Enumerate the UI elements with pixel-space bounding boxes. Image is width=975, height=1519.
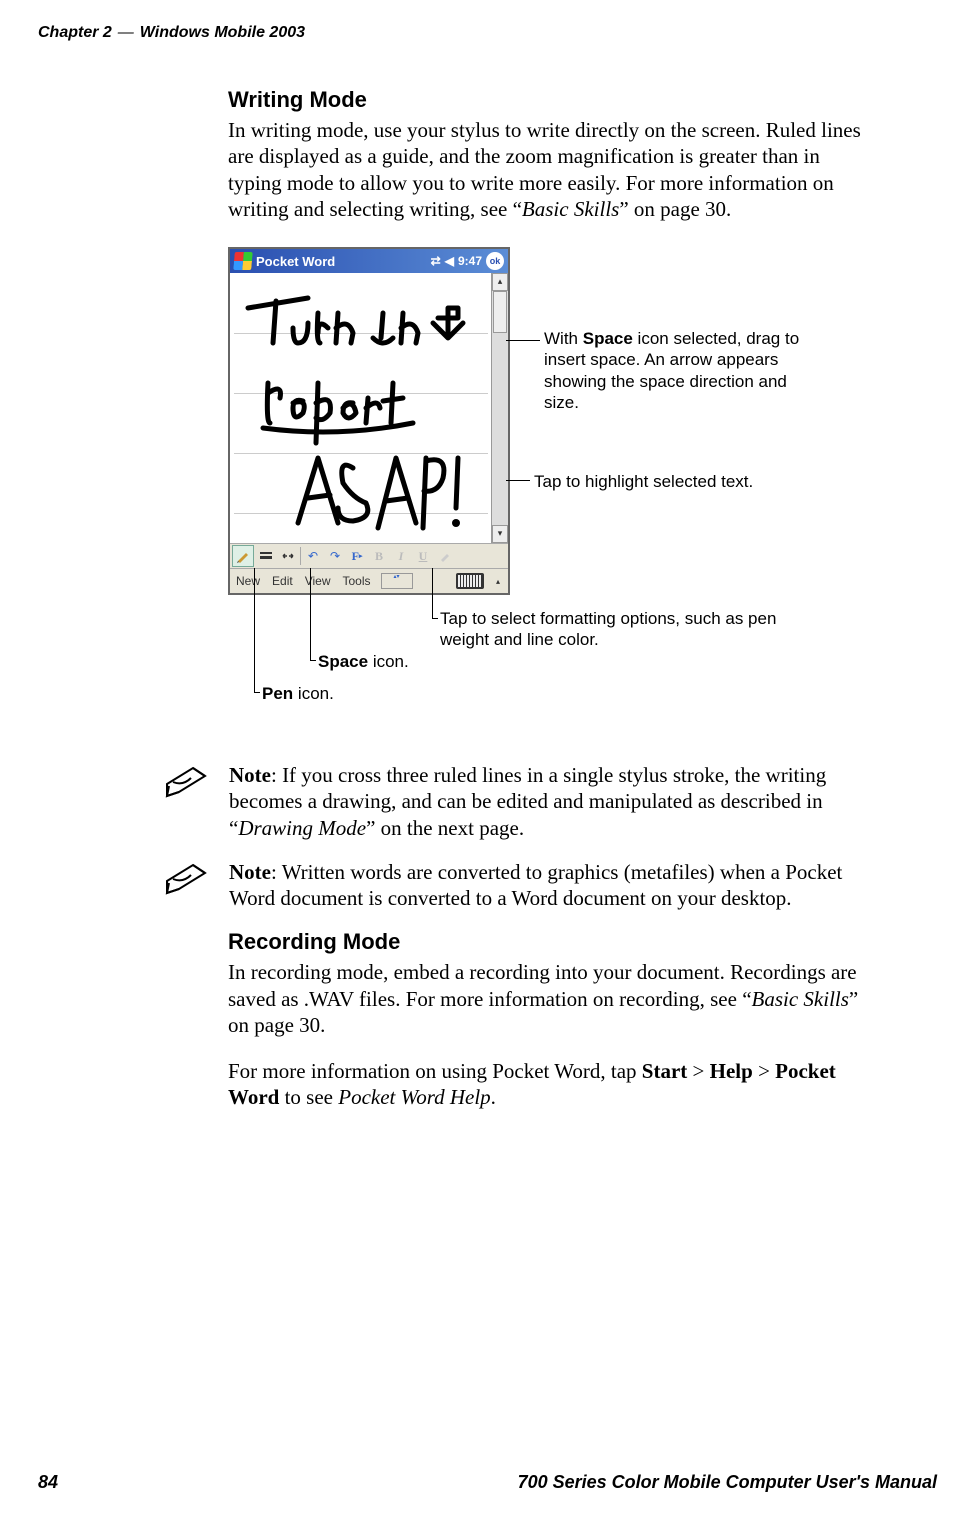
writing-mode-body: In writing mode, use your stylus to writ… — [228, 117, 875, 222]
text: ” on page 30. — [619, 197, 731, 221]
toolbar-toggle-icon[interactable]: ▴▾ — [381, 573, 413, 589]
callout-line — [432, 618, 438, 619]
scroll-down-button[interactable]: ▾ — [492, 525, 508, 543]
underline-icon[interactable]: U — [413, 546, 433, 566]
text: For more information on using Pocket Wor… — [228, 1059, 642, 1083]
page-number: 84 — [38, 1472, 58, 1493]
manual-title: 700 Series Color Mobile Computer User's … — [518, 1472, 937, 1493]
app-title: Pocket Word — [256, 254, 335, 269]
text: ” on the next page. — [366, 816, 524, 840]
menubar: New Edit View Tools ▴▾ ▴ — [230, 568, 508, 593]
callout-line — [506, 340, 540, 341]
header-title: Windows Mobile 2003 — [140, 24, 305, 42]
recording-mode-heading: Recording Mode — [228, 929, 875, 955]
callout-format: Tap to select formatting options, such a… — [440, 608, 780, 651]
callout-space-drag: With Space icon selected, drag to insert… — [544, 328, 824, 413]
header-separator: — — [112, 24, 140, 42]
redo-icon[interactable]: ↷ — [325, 546, 345, 566]
callout-line — [432, 568, 433, 618]
text: : Written words are converted to graphic… — [229, 860, 842, 910]
writing-mode-heading: Writing Mode — [228, 87, 875, 113]
note-label: Note — [229, 763, 271, 787]
bold-icon[interactable]: B — [369, 546, 389, 566]
scroll-thumb[interactable] — [493, 291, 507, 333]
callout-line — [506, 480, 530, 481]
text: With — [544, 329, 583, 348]
page-footer: 84 700 Series Color Mobile Computer User… — [38, 1472, 937, 1493]
main-content: Writing Mode In writing mode, use your s… — [228, 42, 875, 1111]
page-header: Chapter 2 — Windows Mobile 2003 — [0, 0, 975, 42]
basic-skills-ref: Basic Skills — [752, 987, 849, 1011]
undo-icon[interactable]: ↶ — [303, 546, 323, 566]
clock: 9:47 — [458, 254, 482, 268]
note-block: Note: Written words are converted to gra… — [163, 859, 875, 912]
text: > — [753, 1059, 775, 1083]
keyboard-icon[interactable] — [456, 573, 484, 589]
scroll-up-button[interactable]: ▴ — [492, 273, 508, 291]
callout-line — [254, 568, 255, 692]
start-icon[interactable] — [233, 252, 253, 270]
menu-new[interactable]: New — [230, 574, 266, 588]
tray-icons: ⇄ ◀ 9:47 ok — [431, 252, 504, 270]
line-style-icon[interactable] — [256, 546, 276, 566]
callout-line — [310, 568, 311, 660]
menu-edit[interactable]: Edit — [266, 574, 299, 588]
menu-tools[interactable]: Tools — [337, 574, 377, 588]
highlight-icon[interactable] — [435, 546, 455, 566]
vertical-scrollbar[interactable]: ▴ ▾ — [491, 273, 508, 543]
callout-pen-icon: Pen icon. — [262, 683, 334, 704]
volume-icon[interactable]: ◀ — [445, 254, 454, 268]
connectivity-icon[interactable]: ⇄ — [431, 254, 441, 268]
screenshot-figure: Pocket Word ⇄ ◀ 9:47 ok — [228, 242, 875, 752]
text: icon. — [293, 684, 334, 703]
menu-view[interactable]: View — [299, 574, 337, 588]
pocket-pc-screenshot: Pocket Word ⇄ ◀ 9:47 ok — [228, 247, 510, 595]
ok-button[interactable]: ok — [486, 252, 504, 270]
italic-icon[interactable]: I — [391, 546, 411, 566]
chapter-label: Chapter 2 — [38, 24, 112, 42]
drawing-mode-ref: Drawing Mode — [238, 816, 366, 840]
pen-tool-icon[interactable] — [232, 545, 254, 567]
text: > — [687, 1059, 709, 1083]
writing-canvas[interactable]: ▴ ▾ — [230, 273, 508, 543]
text: to see — [279, 1085, 338, 1109]
note-text: Note: Written words are converted to gra… — [229, 859, 875, 912]
note-block: Note: If you cross three ruled lines in … — [163, 762, 875, 841]
callout-highlight: Tap to highlight selected text. — [534, 471, 794, 492]
format-icon[interactable]: F▸ — [347, 546, 367, 566]
callout-space-icon: Space icon. — [318, 651, 409, 672]
space-tool-icon[interactable] — [278, 546, 298, 566]
callout-line — [254, 692, 260, 693]
text-bold: Space — [583, 329, 633, 348]
ui-path: Start — [642, 1059, 688, 1083]
text: icon. — [368, 652, 409, 671]
recording-mode-body-2: For more information on using Pocket Wor… — [228, 1058, 875, 1111]
titlebar: Pocket Word ⇄ ◀ 9:47 ok — [230, 249, 508, 273]
help-ref: Pocket Word Help — [338, 1085, 490, 1109]
sip-arrow-icon[interactable]: ▴ — [490, 577, 506, 586]
note-icon — [163, 859, 211, 912]
basic-skills-ref: Basic Skills — [522, 197, 619, 221]
note-text: Note: If you cross three ruled lines in … — [229, 762, 875, 841]
note-label: Note — [229, 860, 271, 884]
format-toolbar: ↶ ↷ F▸ B I U — [230, 543, 508, 568]
recording-mode-body: In recording mode, embed a recording int… — [228, 959, 875, 1038]
handwriting-ink — [238, 283, 468, 533]
callout-line — [310, 660, 316, 661]
text-bold: Space — [318, 652, 368, 671]
ui-path: Help — [710, 1059, 753, 1083]
text: . — [491, 1085, 496, 1109]
text-bold: Pen — [262, 684, 293, 703]
note-icon — [163, 762, 211, 841]
